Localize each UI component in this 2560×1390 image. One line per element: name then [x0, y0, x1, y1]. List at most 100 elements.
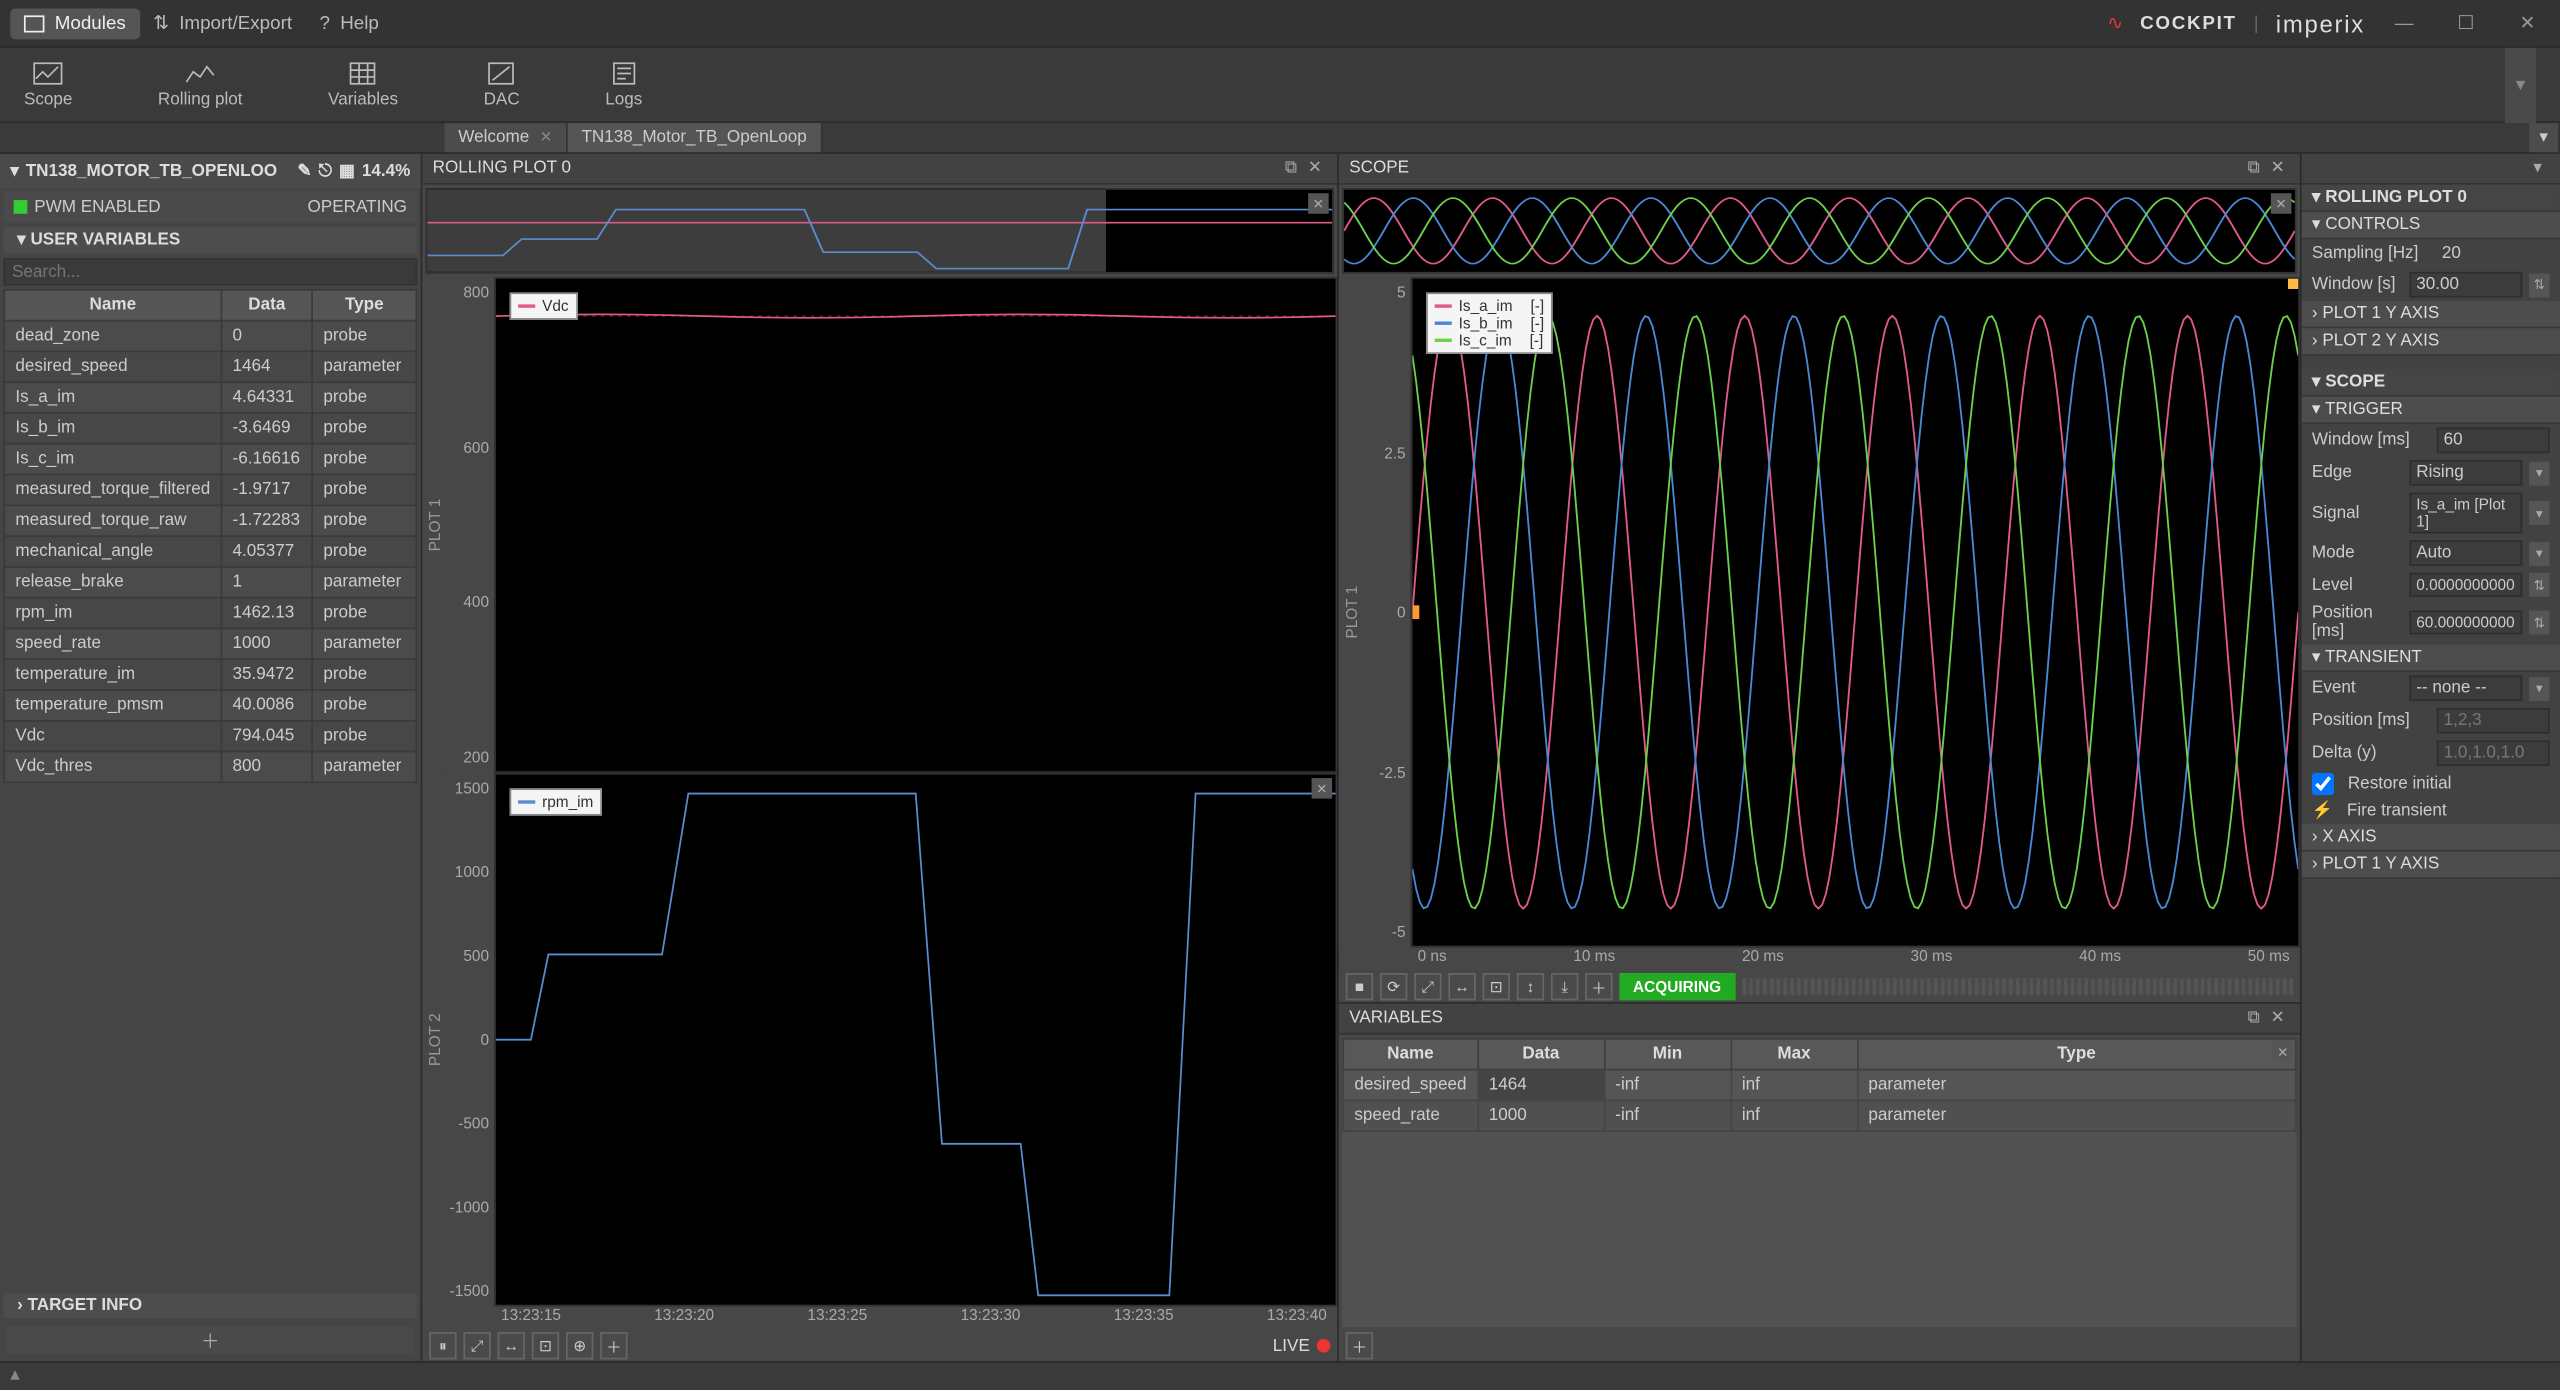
- vcol-data[interactable]: Data: [1478, 1039, 1605, 1070]
- link-icon[interactable]: ⎋: [319, 162, 333, 181]
- stepper-icon[interactable]: ⇅: [2529, 610, 2550, 634]
- level-marker-icon[interactable]: [1411, 605, 1420, 619]
- toolbar-scope[interactable]: Scope: [24, 60, 72, 110]
- table-row[interactable]: speed_rate1000-infinfparameter: [1343, 1100, 2295, 1131]
- scope-overview[interactable]: ✕: [1342, 188, 2296, 274]
- vcol-max[interactable]: Max: [1731, 1039, 1858, 1070]
- chevron-down-icon[interactable]: ▾: [2529, 461, 2550, 485]
- window-minimize-button[interactable]: —: [2382, 6, 2426, 40]
- table-row[interactable]: rpm_im1462.13probe: [4, 598, 416, 629]
- r-scope-header[interactable]: ▾ SCOPE: [2302, 369, 2560, 396]
- restore-row[interactable]: Restore initial: [2302, 770, 2560, 799]
- fit-button[interactable]: ⤢: [1414, 973, 1441, 1000]
- scope-canvas[interactable]: Is_a_im [-] Is_b_im [-] Is_c_im [-]: [1411, 277, 2300, 947]
- r-transient-header[interactable]: ▾ TRANSIENT: [2302, 645, 2560, 672]
- toolbar-rolling-plot[interactable]: Rolling plot: [158, 60, 243, 110]
- zoom-button[interactable]: ⊡: [532, 1332, 559, 1359]
- r-trigger-header[interactable]: ▾ TRIGGER: [2302, 397, 2560, 424]
- rolling-overview[interactable]: ✕: [426, 188, 1334, 274]
- close-icon[interactable]: ✕: [2266, 1006, 2290, 1030]
- delta-input[interactable]: 1.0,1.0,1.0: [2437, 740, 2550, 766]
- toolbar-logs[interactable]: Logs: [605, 60, 642, 110]
- event-select[interactable]: -- none --: [2409, 675, 2522, 701]
- table-row[interactable]: measured_torque_raw-1.72283probe: [4, 505, 416, 536]
- table-row[interactable]: temperature_im35.9472probe: [4, 659, 416, 690]
- r-scope-plot1y[interactable]: › PLOT 1 Y AXIS: [2302, 852, 2560, 879]
- vcol-type[interactable]: Type: [1857, 1039, 2295, 1070]
- close-icon[interactable]: ✕: [2266, 156, 2290, 180]
- rolling-plot2-canvas[interactable]: rpm_im ✕: [494, 773, 1337, 1307]
- r-xaxis[interactable]: › X AXIS: [2302, 824, 2560, 851]
- mode-select[interactable]: Auto: [2409, 540, 2522, 566]
- table-row[interactable]: speed_rate1000parameter: [4, 628, 416, 659]
- r-plot1y[interactable]: › PLOT 1 Y AXIS: [2302, 301, 2560, 328]
- export-button[interactable]: ⤓: [1551, 973, 1578, 1000]
- chevron-down-icon[interactable]: ▾: [2529, 501, 2550, 525]
- menu-import-export[interactable]: ⇅Import/Export: [139, 7, 305, 39]
- table-row[interactable]: dead_zone0probe: [4, 321, 416, 352]
- vcol-name[interactable]: Name: [1343, 1039, 1477, 1070]
- col-data[interactable]: Data: [221, 290, 312, 321]
- rolling-plot1-canvas[interactable]: Vdc: [494, 277, 1337, 773]
- cursor-button[interactable]: ↕: [1517, 973, 1544, 1000]
- toolbar-collapse-toggle[interactable]: ▾: [2505, 47, 2536, 122]
- menu-help[interactable]: ?Help: [306, 8, 393, 39]
- zoom-button[interactable]: ⊡: [1483, 973, 1510, 1000]
- chevron-down-icon[interactable]: ▾: [10, 162, 19, 181]
- add-plot-button[interactable]: ＋: [1585, 973, 1612, 1000]
- r-rolling-header[interactable]: ▾ ROLLING PLOT 0: [2302, 185, 2560, 212]
- chevron-down-icon[interactable]: ▾: [2529, 676, 2550, 700]
- pan-button[interactable]: ↔: [498, 1332, 525, 1359]
- window-input[interactable]: 30.00: [2409, 272, 2522, 298]
- tpos-input[interactable]: 1,2,3: [2437, 708, 2550, 734]
- scope-overview-close-icon[interactable]: ✕: [2271, 193, 2292, 214]
- table-row[interactable]: Vdc_thres800parameter: [4, 752, 416, 783]
- table-row[interactable]: Vdc794.045probe: [4, 721, 416, 752]
- tab-overflow[interactable]: ▾: [2529, 123, 2560, 152]
- edit-icon[interactable]: ✎: [297, 162, 311, 181]
- window-close-button[interactable]: ✕: [2505, 6, 2549, 40]
- table-row[interactable]: measured_torque_filtered-1.9717probe: [4, 475, 416, 506]
- stepper-icon[interactable]: ⇅: [2529, 273, 2550, 297]
- fire-row[interactable]: ⚡Fire transient: [2302, 799, 2560, 825]
- r-controls-header[interactable]: ▾ CONTROLS: [2302, 212, 2560, 239]
- toolbar-variables[interactable]: Variables: [328, 60, 398, 110]
- popout-icon[interactable]: ⧉: [2242, 1006, 2266, 1030]
- table-row[interactable]: Is_b_im-3.6469probe: [4, 413, 416, 444]
- overview-close-icon[interactable]: ✕: [1308, 193, 1329, 214]
- restore-checkbox[interactable]: [2312, 773, 2334, 795]
- add-variable-button[interactable]: ＋: [1346, 1332, 1373, 1359]
- variables-search-input[interactable]: [3, 258, 417, 285]
- stop-button[interactable]: ■: [1346, 973, 1373, 1000]
- twin-input[interactable]: 60: [2437, 428, 2550, 454]
- fit-button[interactable]: ⤢: [463, 1332, 490, 1359]
- pause-button[interactable]: ⏸: [429, 1332, 456, 1359]
- pan-button[interactable]: ↔: [1448, 973, 1475, 1000]
- tab-project[interactable]: TN138_Motor_TB_OpenLoop: [568, 123, 822, 152]
- single-button[interactable]: ⟳: [1380, 973, 1407, 1000]
- table-row[interactable]: release_brake1parameter: [4, 567, 416, 598]
- user-variables-header[interactable]: ▾ USER VARIABLES: [3, 227, 417, 253]
- table-row[interactable]: temperature_pmsm40.0086probe: [4, 690, 416, 721]
- r-plot2y[interactable]: › PLOT 2 Y AXIS: [2302, 328, 2560, 355]
- close-icon[interactable]: ✕: [540, 128, 553, 147]
- add-module-button[interactable]: ＋: [7, 1327, 414, 1354]
- table-row[interactable]: desired_speed1464parameter: [4, 351, 416, 382]
- plot2-close-icon[interactable]: ✕: [1312, 778, 1333, 799]
- stepper-icon[interactable]: ⇅: [2529, 573, 2550, 597]
- level-input[interactable]: 0.0000000000: [2409, 573, 2522, 597]
- menu-modules[interactable]: Modules: [10, 8, 139, 39]
- vcol-min[interactable]: Min: [1604, 1039, 1731, 1070]
- col-name[interactable]: Name: [4, 290, 221, 321]
- target-info-header[interactable]: › TARGET INFO: [3, 1293, 417, 1319]
- popout-icon[interactable]: ⧉: [1279, 156, 1303, 180]
- table-row[interactable]: Is_a_im4.64331probe: [4, 382, 416, 413]
- close-icon[interactable]: ✕: [1303, 156, 1327, 180]
- table-row[interactable]: desired_speed1464-infinfparameter: [1343, 1070, 2295, 1101]
- pos-input[interactable]: 60.000000000: [2409, 610, 2522, 634]
- signal-select[interactable]: Is_a_im [Plot 1]: [2409, 492, 2522, 533]
- cursor-button[interactable]: ⊕: [566, 1332, 593, 1359]
- col-type[interactable]: Type: [312, 290, 416, 321]
- variables-close-icon[interactable]: ✕: [2273, 1041, 2294, 1062]
- tab-welcome[interactable]: Welcome✕: [445, 123, 568, 152]
